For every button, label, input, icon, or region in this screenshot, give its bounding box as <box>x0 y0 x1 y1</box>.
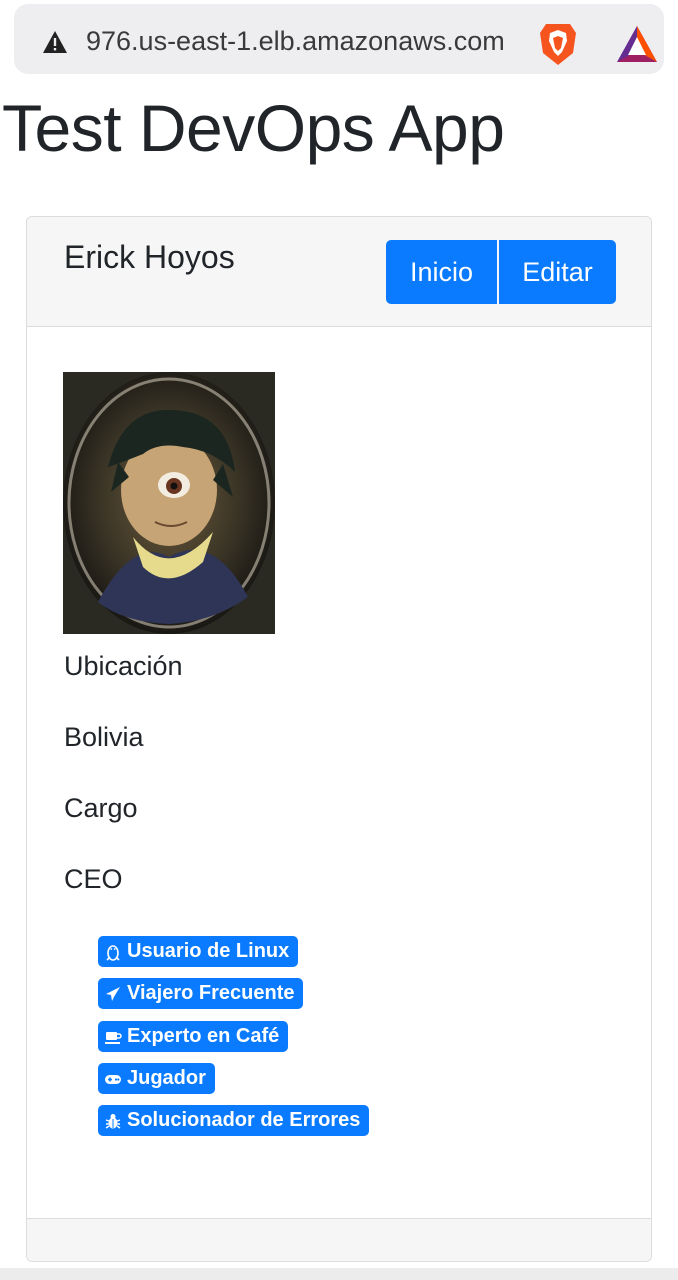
warning-icon[interactable] <box>42 30 68 54</box>
badge-coffee-expert: Experto en Café <box>98 1021 289 1052</box>
gamepad-icon <box>105 1074 121 1084</box>
badge-label: Solucionador de Errores <box>127 1109 361 1131</box>
browser-address-bar[interactable]: 976.us-east-1.elb.amazonaws.com <box>14 4 664 74</box>
plane-icon <box>106 986 120 1001</box>
card-header: Erick Hoyos Inicio Editar <box>27 217 651 327</box>
url-text[interactable]: 976.us-east-1.elb.amazonaws.com <box>86 26 526 57</box>
home-button[interactable]: Inicio <box>386 240 497 304</box>
badge-label: Usuario de Linux <box>127 940 290 962</box>
profile-card: Erick Hoyos Inicio Editar Ubicación Boli… <box>26 216 652 1262</box>
brave-lion-icon[interactable] <box>538 21 578 67</box>
linux-icon <box>106 944 120 961</box>
badge-label: Experto en Café <box>127 1025 280 1047</box>
badge-label: Jugador <box>127 1067 206 1089</box>
edit-button[interactable]: Editar <box>499 240 616 304</box>
location-label: Ubicación <box>64 651 183 681</box>
role-label: Cargo <box>64 793 138 823</box>
app-title: Test DevOps App <box>2 91 505 165</box>
coffee-icon <box>105 1031 122 1044</box>
page-bottom-edge <box>0 1268 678 1280</box>
location-value: Bolivia <box>64 722 144 752</box>
bat-triangle-icon[interactable] <box>615 24 659 64</box>
card-footer <box>27 1218 651 1261</box>
role-value: CEO <box>64 864 123 894</box>
profile-avatar <box>63 372 275 634</box>
profile-name: Erick Hoyos <box>64 239 235 275</box>
badge-label: Viajero Frecuente <box>127 982 295 1004</box>
badge-linux-user: Usuario de Linux <box>98 936 299 967</box>
bug-icon <box>105 1113 121 1129</box>
badge-bug-solver: Solucionador de Errores <box>98 1105 370 1136</box>
badge-gamer: Jugador <box>98 1063 215 1094</box>
badge-frequent-traveler: Viajero Frecuente <box>98 978 304 1009</box>
